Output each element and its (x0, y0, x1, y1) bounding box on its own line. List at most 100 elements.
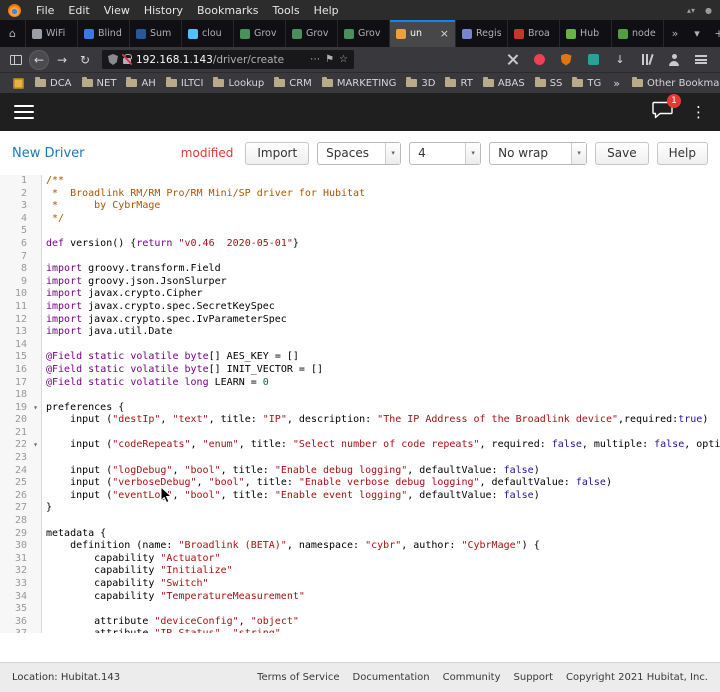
downloads-icon[interactable]: ↓ (612, 52, 628, 68)
bookmark-marketing[interactable]: MARKETING (317, 77, 402, 89)
code-line-29[interactable]: 29 metadata { (0, 527, 720, 541)
tab-grov[interactable]: Grov (234, 20, 286, 47)
bookmark-rt[interactable]: RT (440, 77, 477, 89)
back-button[interactable]: ← (29, 49, 49, 70)
code-line-16[interactable]: 16 @Field static volatile byte[] INIT_VEC… (0, 363, 720, 377)
menu-help[interactable]: Help (307, 4, 346, 17)
speed-dial-bookmark-icon[interactable] (8, 77, 29, 89)
fold-icon[interactable]: ▾ (30, 439, 42, 453)
menu-bookmarks[interactable]: Bookmarks (190, 4, 265, 17)
code-line-10[interactable]: 10 import javax.crypto.Cipher (0, 288, 720, 301)
page-actions-icon[interactable]: ⋯ (310, 54, 320, 65)
code-line-7[interactable]: 7 (0, 250, 720, 264)
footer-link-documentation[interactable]: Documentation (353, 672, 430, 683)
code-line-4[interactable]: 4 */ (0, 212, 720, 226)
tab-scroll-right-icon[interactable]: » (664, 27, 686, 40)
footer-link-community[interactable]: Community (443, 672, 501, 683)
code-line-25[interactable]: 25 input ("verboseDebug", "bool", title:… (0, 477, 720, 490)
bookmark-star-icon[interactable]: ☆ (339, 54, 348, 65)
bookmark-crm[interactable]: CRM (269, 77, 317, 89)
bookmark-ah[interactable]: AH (121, 77, 160, 89)
menu-view[interactable]: View (97, 4, 137, 17)
code-line-20[interactable]: 20 input ("destIp", "text", title: "IP",… (0, 414, 720, 427)
tab-close-icon[interactable]: × (440, 27, 449, 40)
code-line-14[interactable]: 14 (0, 338, 720, 352)
bookmarks-overflow-icon[interactable]: » (607, 77, 626, 90)
import-button[interactable]: Import (245, 141, 310, 165)
code-line-24[interactable]: 24 input ("logDebug", "bool", title: "En… (0, 464, 720, 478)
code-line-13[interactable]: 13 import java.util.Date (0, 326, 720, 339)
address-bar[interactable]: 192.168.1.143/driver/create ⋯ ⚑ ☆ (102, 50, 354, 69)
code-line-6[interactable]: 6 def version() {return "v0.46 2020-05-01… (0, 237, 720, 251)
tracking-protection-icon[interactable] (108, 54, 118, 65)
library-icon[interactable] (639, 52, 655, 68)
tab-broa[interactable]: Broa (508, 20, 560, 47)
code-line-12[interactable]: 12 import javax.crypto.spec.IvParameterSp… (0, 313, 720, 327)
code-line-35[interactable]: 35 (0, 603, 720, 616)
new-tab-button[interactable]: + (708, 27, 720, 40)
code-line-2[interactable]: 2 * Broadlink RM/RM Pro/RM Mini/SP drive… (0, 187, 720, 201)
kebab-menu-icon[interactable]: ⋮ (691, 104, 706, 120)
tab-grov[interactable]: Grov (286, 20, 338, 47)
tab-sum[interactable]: Sum (130, 20, 182, 47)
pocket-icon[interactable] (531, 52, 547, 68)
code-line-33[interactable]: 33 capability "Switch" (0, 578, 720, 591)
code-line-11[interactable]: 11 import javax.crypto.spec.SecretKeySpec (0, 300, 720, 314)
tab-blind[interactable]: Blind (78, 20, 130, 47)
code-line-37[interactable]: 37 attribute "IR Status", "string" (0, 628, 720, 633)
bookmark-ss[interactable]: SS (530, 77, 568, 89)
code-line-18[interactable]: 18 (0, 389, 720, 402)
reload-button[interactable]: ↻ (75, 50, 95, 70)
menu-history[interactable]: History (137, 4, 190, 17)
bookmark-lookup[interactable]: Lookup (208, 77, 269, 89)
menu-tools[interactable]: Tools (265, 4, 306, 17)
firefox-icon[interactable] (8, 3, 21, 17)
code-line-1[interactable]: 1 /** (0, 175, 720, 188)
code-line-9[interactable]: 9 import groovy.json.JsonSlurper (0, 275, 720, 289)
bookmark-dca[interactable]: DCA (30, 77, 77, 89)
code-line-3[interactable]: 3 * by CybrMage (0, 200, 720, 213)
bookmark-tg[interactable]: TG (567, 77, 606, 89)
tab-clou[interactable]: clou (182, 20, 234, 47)
code-line-19[interactable]: 19 ▾ preferences { (0, 401, 720, 415)
adblock-shield-icon[interactable] (558, 52, 574, 68)
code-line-27[interactable]: 27} (0, 502, 720, 516)
code-line-22[interactable]: 22 ▾ input ("codeRepeats", "enum", title:… (0, 439, 720, 453)
code-line-5[interactable]: 5 (0, 225, 720, 238)
code-line-8[interactable]: 8 import groovy.transform.Field (0, 263, 720, 276)
network-indicator-icon[interactable]: ▴▾ (687, 6, 695, 15)
other-bookmarks-folder[interactable]: Other Bookmarks (627, 77, 720, 89)
footer-link-terms-of-service[interactable]: Terms of Service (257, 672, 339, 683)
indent-style-select[interactable]: Spaces ▾ (317, 141, 402, 165)
tab-hub[interactable]: Hub (560, 20, 612, 47)
tab-wifi[interactable]: WiFi (26, 20, 78, 47)
screenshot-scissors-icon[interactable] (504, 52, 520, 68)
code-line-28[interactable]: 28 (0, 515, 720, 528)
save-button[interactable]: Save (595, 141, 649, 165)
tab-node[interactable]: node (612, 20, 664, 47)
code-line-17[interactable]: 17 @Field static volatile long LEARN = 0 (0, 376, 720, 390)
menu-file[interactable]: File (29, 4, 61, 17)
code-line-34[interactable]: 34 capability "TemperatureMeasurement" (0, 590, 720, 604)
code-line-30[interactable]: 30 definition (name: "Broadlink (BETA)",… (0, 540, 720, 553)
bookmark-3d[interactable]: 3D (401, 77, 440, 89)
pocket-flag-icon[interactable]: ⚑ (325, 54, 334, 65)
code-line-23[interactable]: 23 (0, 452, 720, 465)
pinned-tab[interactable]: ⌂ (0, 20, 26, 47)
wrap-mode-select[interactable]: No wrap ▾ (489, 141, 588, 165)
indent-size-select[interactable]: 4 ▾ (409, 141, 482, 165)
tab-un[interactable]: un × (390, 20, 456, 47)
tab-registr[interactable]: Registr (456, 20, 508, 47)
account-icon[interactable] (666, 52, 682, 68)
bookmark-iltci[interactable]: ILTCI (161, 77, 209, 89)
code-line-15[interactable]: 15 @Field static volatile byte[] AES_KEY … (0, 351, 720, 364)
url-text[interactable]: 192.168.1.143/driver/create (136, 54, 305, 66)
code-line-36[interactable]: 36 attribute "deviceConfig", "object" (0, 615, 720, 629)
sidebar-toggle-icon[interactable] (6, 50, 26, 70)
extension-icon[interactable] (585, 52, 601, 68)
bookmark-net[interactable]: NET (77, 77, 122, 89)
code-line-32[interactable]: 32 capability "Initialize" (0, 565, 720, 578)
forward-button[interactable]: → (52, 50, 72, 70)
code-line-31[interactable]: 31 capability "Actuator" (0, 552, 720, 566)
code-line-26[interactable]: 26 input ("eventLog", "bool", title: "En… (0, 489, 720, 503)
